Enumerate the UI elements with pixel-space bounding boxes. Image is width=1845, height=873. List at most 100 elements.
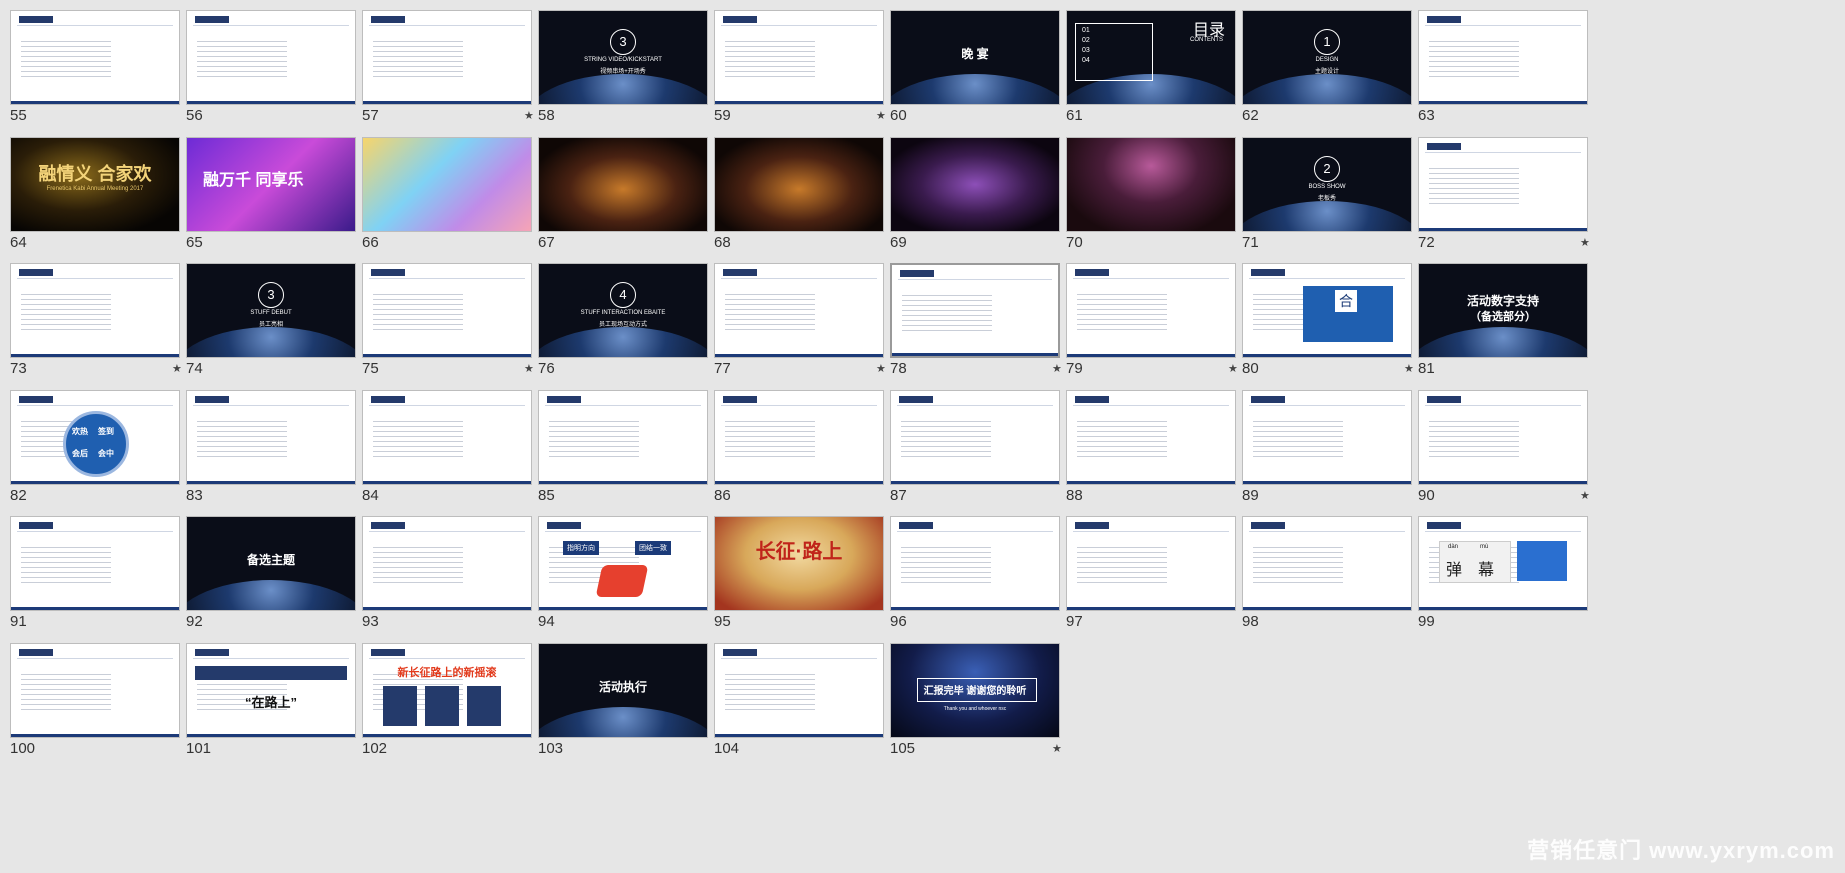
- slide-thumbnail-cell[interactable]: 69: [880, 127, 1060, 273]
- slide-thumbnail[interactable]: “在路上”: [186, 642, 356, 738]
- slide-thumbnail[interactable]: [186, 389, 356, 485]
- slide-thumbnail[interactable]: [1066, 136, 1236, 232]
- slide-thumbnail[interactable]: [362, 263, 532, 358]
- slide-thumbnail-cell[interactable]: 欢热 签到 会后 会中 82: [0, 380, 180, 526]
- slide-thumbnail-cell[interactable]: 97: [1056, 506, 1236, 652]
- slide-thumbnail-cell[interactable]: 83: [176, 380, 356, 526]
- slide-thumbnail-cell[interactable]: 79 ★: [1056, 253, 1238, 399]
- slide-thumbnail-cell[interactable]: 晚 宴 60: [880, 0, 1060, 146]
- slide-thumbnail[interactable]: 合: [1242, 263, 1412, 358]
- slide-thumbnail-cell[interactable]: 59 ★: [704, 0, 886, 146]
- slide-thumbnail[interactable]: [890, 136, 1060, 232]
- slide-thumbnail[interactable]: [890, 389, 1060, 485]
- slide-thumbnail[interactable]: 备选主题: [186, 516, 356, 611]
- slide-thumbnail-cell[interactable]: 104: [704, 633, 884, 779]
- slide-thumbnail[interactable]: dàn mù 弹幕: [1418, 516, 1588, 611]
- slide-thumbnail-cell[interactable]: 73 ★: [0, 253, 182, 399]
- slide-thumbnail-cell[interactable]: 长征·路上 95: [704, 506, 884, 652]
- slide-thumbnail[interactable]: [714, 10, 884, 105]
- slide-thumbnail[interactable]: 4 STUFF INTERACTION EBAITE 员工现场互动方式: [538, 263, 708, 358]
- slide-thumbnail-cell[interactable]: 86: [704, 380, 884, 526]
- slide-thumbnail-cell[interactable]: 98: [1232, 506, 1412, 652]
- slide-thumbnail[interactable]: 活动数字支持 （备选部分）: [1418, 263, 1588, 358]
- slide-thumbnail-cell[interactable]: 合 80 ★: [1232, 253, 1414, 399]
- slide-thumbnail[interactable]: [1418, 389, 1588, 485]
- slide-thumbnail[interactable]: [362, 136, 532, 232]
- slide-thumbnail-cell[interactable]: 100: [0, 633, 180, 779]
- slide-thumbnail-cell[interactable]: 融万千 同享乐 65: [176, 127, 356, 273]
- slide-thumbnail-cell[interactable]: 93: [352, 506, 532, 652]
- slide-thumbnail[interactable]: 活动执行: [538, 642, 708, 738]
- slide-thumbnail-cell[interactable]: 66: [352, 127, 532, 273]
- slide-thumbnail-cell[interactable]: 4 STUFF INTERACTION EBAITE 员工现场互动方式 76: [528, 253, 708, 399]
- slide-thumbnail-cell[interactable]: 90 ★: [1408, 380, 1590, 526]
- slide-thumbnail[interactable]: [890, 263, 1060, 358]
- slide-thumbnail-cell[interactable]: 57 ★: [352, 0, 534, 146]
- slide-thumbnail[interactable]: 长征·路上: [714, 516, 884, 611]
- slide-thumbnail[interactable]: [538, 136, 708, 232]
- slide-thumbnail-cell[interactable]: 96: [880, 506, 1060, 652]
- slide-thumbnail[interactable]: [362, 516, 532, 611]
- slide-thumbnail[interactable]: [10, 263, 180, 358]
- slide-thumbnail-cell[interactable]: 77 ★: [704, 253, 886, 399]
- slide-thumbnail-cell[interactable]: 85: [528, 380, 708, 526]
- slide-thumbnail[interactable]: [1418, 136, 1588, 232]
- slide-thumbnail[interactable]: 汇报完毕 谢谢您的聆听 Thank you and whoever nsc: [890, 642, 1060, 738]
- slide-thumbnail[interactable]: [714, 389, 884, 485]
- slide-thumbnail-cell[interactable]: dàn mù 弹幕 99: [1408, 506, 1588, 652]
- slide-thumbnail-cell[interactable]: 2 BOSS SHOW 老板秀 71: [1232, 127, 1412, 273]
- slide-thumbnail-cell[interactable]: 1 DESIGN 主题设计 62: [1232, 0, 1412, 146]
- slide-thumbnail-cell[interactable]: 活动数字支持 （备选部分） 81: [1408, 253, 1588, 399]
- slide-thumbnail[interactable]: 1 DESIGN 主题设计: [1242, 10, 1412, 105]
- slide-thumbnail[interactable]: [1066, 389, 1236, 485]
- slide-thumbnail[interactable]: 01 02 03 04 目录 CONTENTS: [1066, 10, 1236, 105]
- slide-thumbnail-cell[interactable]: 3 STRING VIDEO/KICKSTART 视频串场+开场秀 58: [528, 0, 708, 146]
- slide-thumbnail[interactable]: [538, 389, 708, 485]
- slide-thumbnail-cell[interactable]: 新长征路上的新摇滚 102: [352, 633, 532, 779]
- slide-thumbnail-cell[interactable]: 78 ★: [880, 253, 1062, 399]
- slide-thumbnail[interactable]: [714, 263, 884, 358]
- slide-thumbnail[interactable]: [186, 10, 356, 105]
- slide-thumbnail-cell[interactable]: 56: [176, 0, 356, 146]
- slide-thumbnail-cell[interactable]: 72 ★: [1408, 127, 1590, 273]
- slide-thumbnail[interactable]: [714, 136, 884, 232]
- slide-thumbnail-cell[interactable]: 01 02 03 04 目录 CONTENTS 61: [1056, 0, 1236, 146]
- slide-thumbnail[interactable]: [714, 642, 884, 738]
- slide-thumbnail-cell[interactable]: 指明方向 团结一致 94: [528, 506, 708, 652]
- slide-thumbnail-cell[interactable]: 91: [0, 506, 180, 652]
- slide-thumbnail-cell[interactable]: 87: [880, 380, 1060, 526]
- slide-thumbnail[interactable]: [362, 10, 532, 105]
- slide-thumbnail-cell[interactable]: 70: [1056, 127, 1236, 273]
- slide-thumbnail-cell[interactable]: 3 STUFF DEBUT 员工亮相 74: [176, 253, 356, 399]
- slide-thumbnail-cell[interactable]: 84: [352, 380, 532, 526]
- slide-thumbnail[interactable]: [1066, 516, 1236, 611]
- slide-thumbnail[interactable]: 新长征路上的新摇滚: [362, 642, 532, 738]
- slide-thumbnail[interactable]: 3 STRING VIDEO/KICKSTART 视频串场+开场秀: [538, 10, 708, 105]
- slide-thumbnail[interactable]: [362, 389, 532, 485]
- slide-thumbnail[interactable]: [1066, 263, 1236, 358]
- slide-thumbnail[interactable]: [10, 10, 180, 105]
- slide-thumbnail[interactable]: 欢热 签到 会后 会中: [10, 389, 180, 485]
- slide-thumbnail[interactable]: [10, 642, 180, 738]
- slide-thumbnail-cell[interactable]: 68: [704, 127, 884, 273]
- slide-thumbnail[interactable]: 晚 宴: [890, 10, 1060, 105]
- slide-thumbnail[interactable]: [890, 516, 1060, 611]
- slide-thumbnail-cell[interactable]: 63: [1408, 0, 1588, 146]
- slide-thumbnail[interactable]: 融万千 同享乐: [186, 136, 356, 232]
- slide-thumbnail-cell[interactable]: 89: [1232, 380, 1412, 526]
- slide-thumbnail-cell[interactable]: 75 ★: [352, 253, 534, 399]
- slide-thumbnail[interactable]: 3 STUFF DEBUT 员工亮相: [186, 263, 356, 358]
- slide-thumbnail-cell[interactable]: 备选主题 92: [176, 506, 356, 652]
- slide-thumbnail-cell[interactable]: 活动执行 103: [528, 633, 708, 779]
- slide-thumbnail[interactable]: 融情义 合家欢 Frenetica Kabi Annual Meeting 201…: [10, 136, 180, 232]
- slide-thumbnail[interactable]: [1418, 10, 1588, 105]
- slide-thumbnail[interactable]: [1242, 389, 1412, 485]
- slide-thumbnail-cell[interactable]: 汇报完毕 谢谢您的聆听 Thank you and whoever nsc 105 ★: [880, 633, 1062, 779]
- slide-thumbnail-cell[interactable]: “在路上” 101: [176, 633, 356, 779]
- slide-thumbnail-cell[interactable]: 55: [0, 0, 180, 146]
- slide-thumbnail-cell[interactable]: 88: [1056, 380, 1236, 526]
- slide-thumbnail-cell[interactable]: 67: [528, 127, 708, 273]
- slide-thumbnail[interactable]: 指明方向 团结一致: [538, 516, 708, 611]
- slide-thumbnail-cell[interactable]: 融情义 合家欢 Frenetica Kabi Annual Meeting 201…: [0, 127, 180, 273]
- slide-thumbnail[interactable]: [1242, 516, 1412, 611]
